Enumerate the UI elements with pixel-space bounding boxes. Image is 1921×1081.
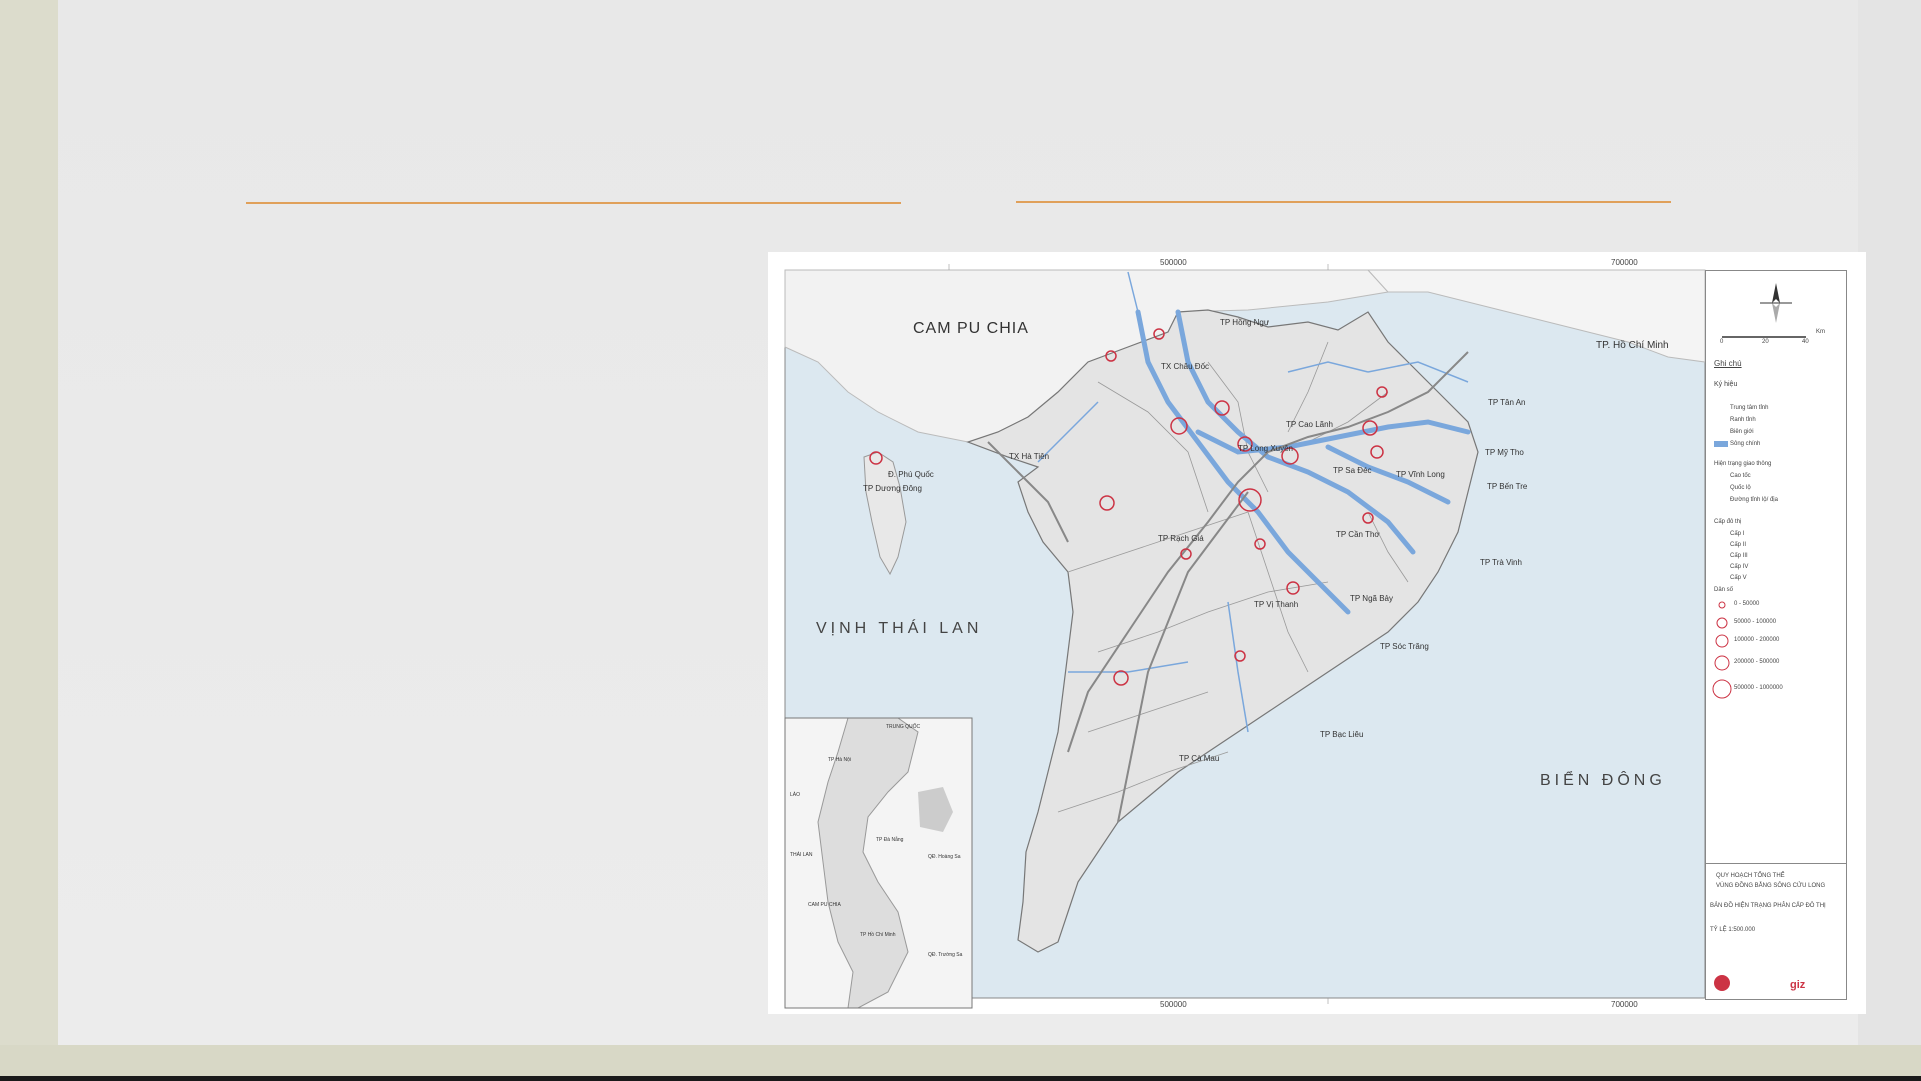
grid-top-1: 500000 — [1160, 258, 1187, 267]
scale-20: 20 — [1762, 339, 1769, 345]
label-east-sea: BIỂN ĐÔNG — [1540, 772, 1666, 789]
map-image: 500000 700000 500000 700000 CAM PU CHIA … — [768, 252, 1866, 1014]
city-label-chau-doc: TX Châu Đốc — [1161, 362, 1210, 371]
inset-label-paracel: QĐ. Hoàng Sa — [928, 854, 961, 860]
label-gulf-of-thailand: VỊNH THÁI LAN — [816, 620, 983, 637]
legend-divider — [1706, 863, 1846, 864]
inset-label-cambodia: CAM PU CHIA — [808, 902, 841, 908]
legend-transport-1: Quốc lộ — [1730, 485, 1751, 491]
city-label-ha-tien: TX Hà Tiên — [1009, 452, 1050, 461]
legend-transport-title: Hiện trạng giao thông — [1714, 461, 1772, 467]
label-hcmc: TP. Hồ Chí Minh — [1596, 340, 1669, 351]
legend-transport-0: Cao tốc — [1730, 473, 1751, 479]
city-label-cao-lanh: TP Cao Lãnh — [1286, 420, 1333, 429]
legend-footer-0: QUY HOẠCH TỔNG THỂ — [1716, 873, 1785, 879]
legend-class-1: Cấp II — [1730, 542, 1747, 548]
label-duong-dong: TP Dương Đông — [863, 484, 922, 493]
city-label-tan-an: TP Tân An — [1488, 398, 1526, 407]
legend-pop-circles — [1712, 601, 1732, 699]
city-label-ben-tre: TP Bến Tre — [1487, 482, 1528, 491]
legend-pop-3: 200000 - 500000 — [1734, 659, 1780, 665]
city-label-soc-trang: TP Sóc Trăng — [1380, 642, 1429, 651]
city-label-long-xuyen: TP Long Xuyên — [1238, 444, 1294, 453]
slide-bottom-line — [0, 1076, 1921, 1081]
emblem-icon — [1714, 975, 1730, 991]
legend-pop-2: 100000 - 200000 — [1734, 637, 1780, 643]
grid-top-2: 700000 — [1611, 258, 1638, 267]
city-label-vi-thanh: TP Vị Thanh — [1254, 600, 1299, 609]
legend-footer-2: BẢN ĐỒ HIỆN TRẠNG PHÂN CẤP ĐÔ THỊ — [1710, 903, 1826, 909]
legend-symbol-3: Sông chính — [1730, 441, 1761, 447]
inset-label-hanoi: TP Hà Nội — [828, 757, 851, 763]
city-label-hong-ngu: TP Hồng Ngự — [1220, 318, 1270, 327]
legend-symbols-title: Ký hiệu — [1714, 381, 1738, 388]
city-label-can-tho: TP Cần Thơ — [1336, 530, 1380, 539]
inset-label-danang: TP Đà Nẵng — [876, 837, 904, 843]
inset-label-hcm: TP Hồ Chí Minh — [860, 932, 896, 938]
city-label-nga-bay: TP Ngã Bảy — [1350, 594, 1393, 603]
inset-label-thailand: THÁI LAN — [790, 852, 813, 858]
inset-label-china: TRUNG QUỐC — [886, 724, 921, 730]
scale-40: 40 — [1802, 339, 1809, 345]
map-legend: 0 20 40 Km Ghi chú Ký hiệu Trung tâm tỉn… — [1705, 270, 1847, 1000]
inset-label-laos: LÀO — [790, 792, 801, 798]
inset-map — [784, 717, 973, 1009]
legend-transport-2: Đường tỉnh lộ/ địa — [1730, 497, 1778, 503]
giz-logo: giz — [1790, 979, 1806, 991]
legend-river-swatch — [1714, 441, 1728, 447]
legend-footer-3: TỶ LỆ 1:500.000 — [1710, 927, 1756, 933]
legend-class-0: Cấp I — [1730, 531, 1745, 537]
scale-unit: Km — [1816, 329, 1825, 335]
city-label-my-tho: TP Mỹ Tho — [1485, 448, 1524, 457]
city-label-bac-lieu: TP Bạc Liêu — [1320, 730, 1364, 739]
legend-notes-title: Ghi chú — [1714, 359, 1742, 368]
city-label-tra-vinh: TP Trà Vinh — [1480, 558, 1522, 567]
legend-footer-1: VÙNG ĐỒNG BẰNG SÔNG CỬU LONG — [1716, 883, 1826, 889]
legend-class-4: Cấp V — [1730, 575, 1747, 581]
title-rule-right — [1016, 201, 1671, 203]
city-label-sa-dec: TP Sa Đéc — [1333, 466, 1372, 475]
legend-pop-4: 500000 - 1000000 — [1734, 685, 1783, 691]
legend-pop-1: 50000 - 100000 — [1734, 619, 1777, 625]
legend-pop-title: Dân số — [1714, 587, 1734, 593]
north-arrow-icon — [1722, 283, 1806, 338]
legend-class-2: Cấp III — [1730, 553, 1748, 559]
legend-symbol-2: Biên giới — [1730, 429, 1754, 435]
label-phu-quoc: Đ. Phú Quốc — [888, 470, 934, 479]
label-cambodia: CAM PU CHIA — [913, 320, 1029, 337]
scale-0: 0 — [1720, 339, 1724, 345]
city-label-ca-mau: TP Cà Mau — [1179, 754, 1220, 763]
title-rule-left — [246, 202, 901, 204]
legend-symbol-0: Trung tâm tỉnh — [1730, 405, 1769, 411]
legend-symbol-1: Ranh tỉnh — [1730, 417, 1756, 423]
city-label-vinh-long: TP Vĩnh Long — [1396, 470, 1445, 479]
city-label-rach-gia: TP Rạch Giá — [1158, 534, 1204, 543]
legend-class-title: Cấp đô thị — [1714, 519, 1742, 525]
inset-label-spratly: QĐ. Trường Sa — [928, 952, 963, 958]
legend-class-3: Cấp IV — [1730, 564, 1749, 570]
grid-bottom-2: 700000 — [1611, 1000, 1638, 1009]
grid-bottom-1: 500000 — [1160, 1000, 1187, 1009]
